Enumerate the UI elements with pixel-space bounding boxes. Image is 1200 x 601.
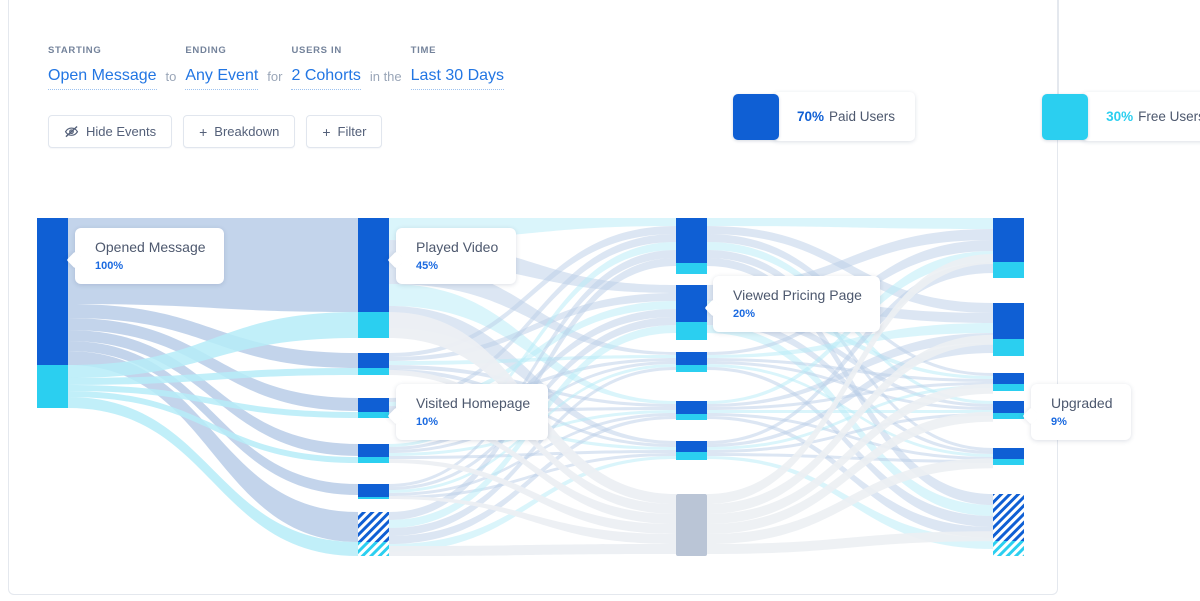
node-label-upgraded[interactable]: Upgraded 9% — [1031, 384, 1131, 440]
node-label-percent: 20% — [733, 308, 756, 320]
breakdown-button[interactable]: + Breakdown — [183, 115, 296, 148]
node-label-percent: 10% — [416, 416, 439, 428]
query-value-starting[interactable]: Open Message — [48, 67, 157, 90]
node-label-viewed-pricing-page[interactable]: Viewed Pricing Page 20% — [713, 276, 880, 332]
query-label-ending: ENDING — [185, 45, 227, 56]
hide-events-label: Hide Events — [86, 124, 157, 139]
query-segment-starting: STARTING Open Message — [48, 45, 157, 90]
legend-paid-users[interactable]: 70% Paid Users — [733, 92, 916, 141]
legend-swatch-free — [1042, 93, 1089, 140]
node-label-visited-homepage[interactable]: Visited Homepage 10% — [396, 384, 549, 440]
query-label-starting: STARTING — [48, 45, 102, 56]
query-value-users-in[interactable]: 2 Cohorts — [291, 67, 361, 90]
legend-label-paid: Paid Users — [829, 109, 896, 124]
query-bar: STARTING Open Message to ENDING Any Even… — [48, 36, 505, 90]
query-label-users-in: USERS IN — [291, 45, 342, 56]
query-segment-users-in: USERS IN 2 Cohorts — [291, 45, 361, 90]
query-connector-in-the: in the — [369, 69, 402, 84]
node-label-percent: 9% — [1051, 416, 1067, 428]
node-label-title: Upgraded — [1051, 395, 1113, 411]
query-segment-time: TIME Last 30 Days — [410, 45, 505, 90]
query-label-time: TIME — [410, 45, 437, 56]
legend-swatch-paid — [733, 93, 779, 140]
action-row: Hide Events + Breakdown + Filter — [48, 115, 383, 148]
node-label-opened-message[interactable]: Opened Message 100% — [75, 228, 224, 284]
node-label-title: Visited Homepage — [416, 395, 531, 411]
legend-label-free: Free Users — [1138, 109, 1200, 124]
node-label-title: Viewed Pricing Page — [733, 287, 862, 303]
breakdown-label: Breakdown — [214, 124, 280, 139]
node-label-title: Opened Message — [95, 239, 206, 255]
legend-free-users[interactable]: 30% Free Users — [1042, 92, 1200, 141]
panel-divider — [1058, 0, 1059, 104]
node-label-percent: 45% — [416, 260, 439, 272]
filter-label: Filter — [337, 124, 367, 139]
query-connector-for: for — [267, 69, 283, 84]
legend-card-free: 30% Free Users — [1082, 92, 1200, 141]
query-value-ending[interactable]: Any Event — [185, 67, 259, 90]
node-label-title: Played Video — [416, 239, 499, 255]
query-value-time[interactable]: Last 30 Days — [410, 67, 505, 90]
node-label-played-video[interactable]: Played Video 45% — [396, 228, 517, 284]
hide-events-button[interactable]: Hide Events — [48, 115, 173, 148]
plus-icon: + — [199, 123, 208, 140]
plus-icon: + — [322, 123, 331, 140]
filter-button[interactable]: + Filter — [306, 115, 383, 148]
legend-pct-free: 30% — [1106, 109, 1134, 124]
legend-card-paid: 70% Paid Users — [773, 92, 916, 141]
node-label-percent: 100% — [95, 260, 124, 272]
query-segment-ending: ENDING Any Event — [185, 45, 259, 90]
legend-pct-paid: 70% — [797, 109, 825, 124]
legend: 70% Paid Users 30% Free Users — [733, 92, 1200, 141]
eye-slash-icon — [64, 125, 79, 138]
query-connector-to: to — [165, 69, 177, 84]
